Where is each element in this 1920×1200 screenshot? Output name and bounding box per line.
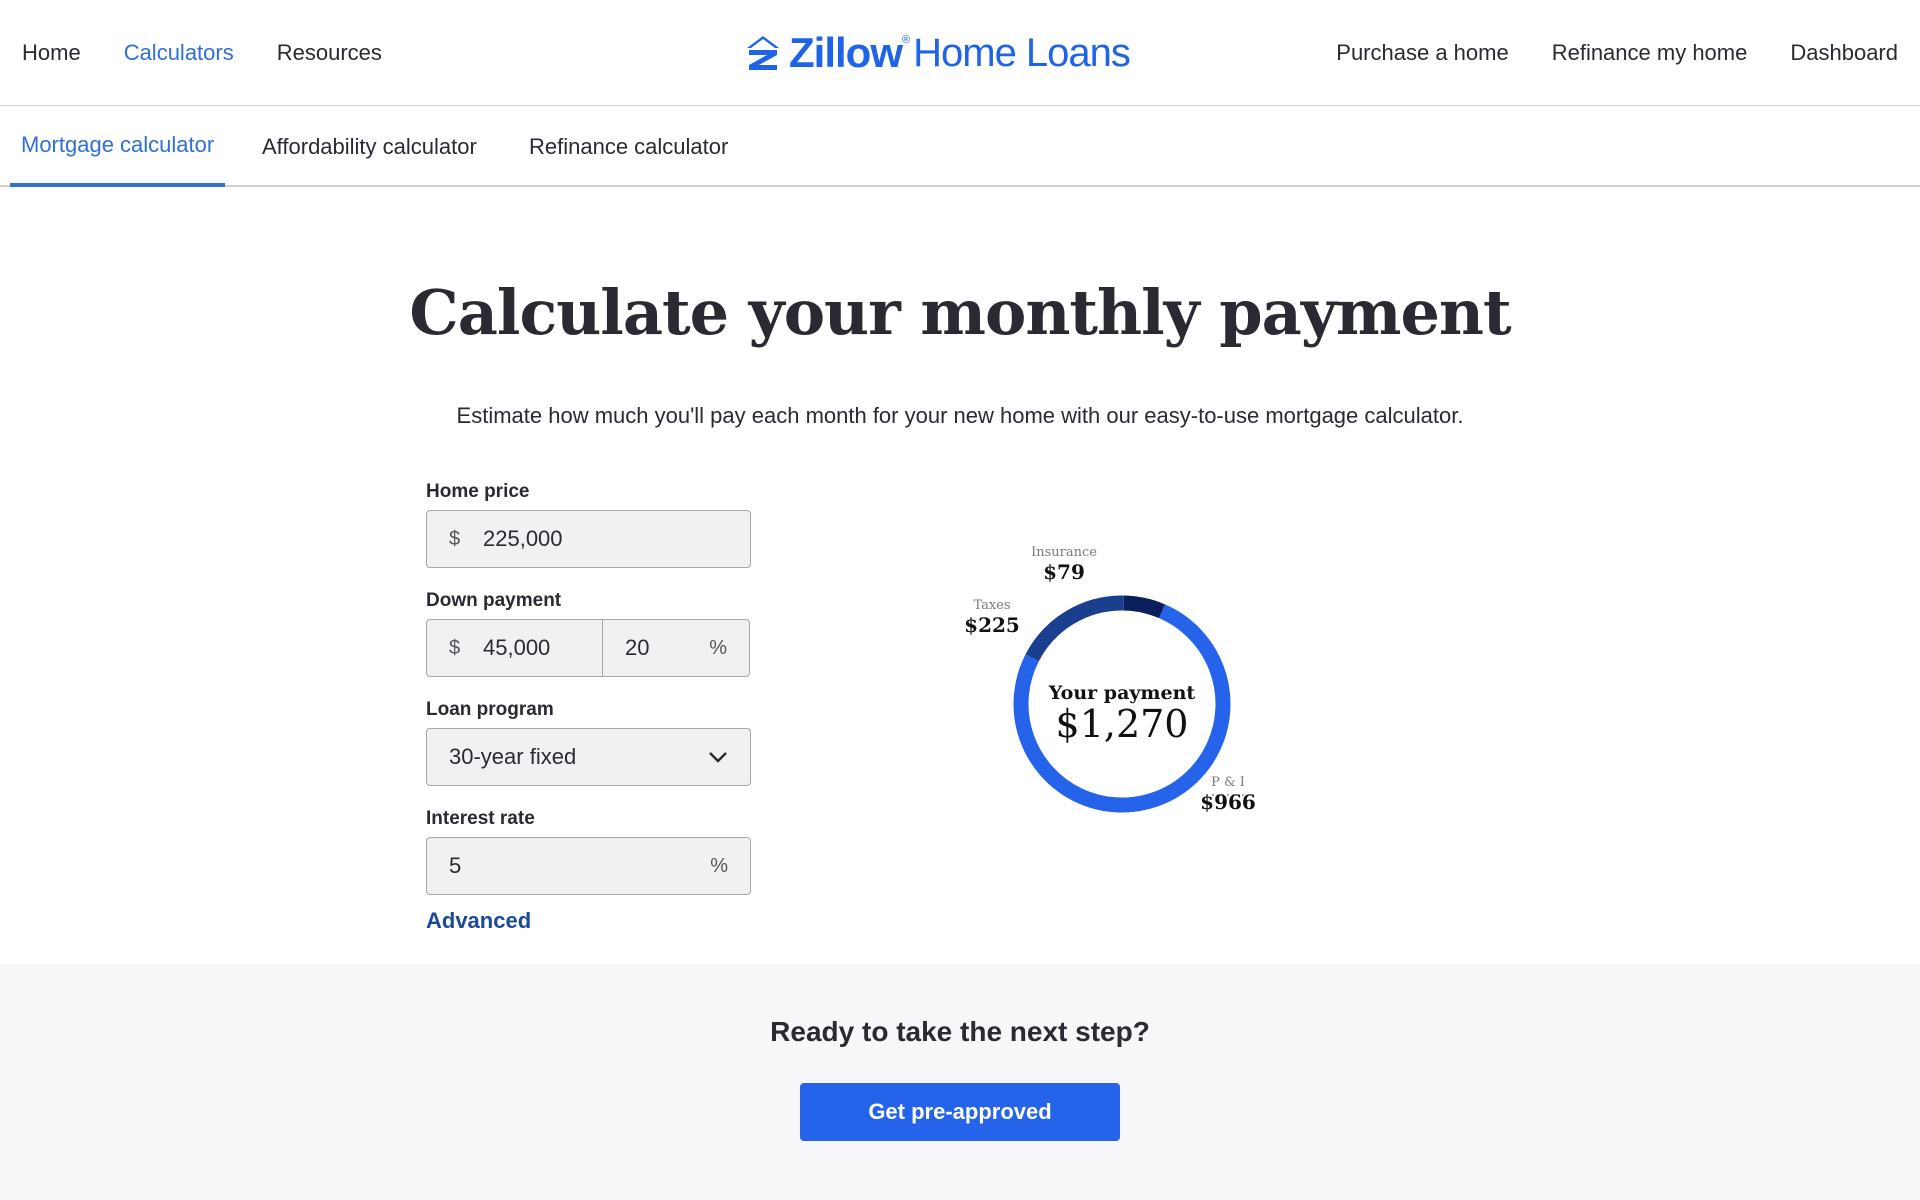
tab-refinance-calculator[interactable]: Refinance calculator — [518, 107, 739, 187]
principal-interest-value: $966 — [1200, 790, 1256, 814]
loan-program-select[interactable]: 30-year fixed — [426, 728, 751, 786]
payment-donut-chart: Your payment $1,270 Insurance $79 Taxes … — [960, 540, 1280, 840]
nav-dashboard[interactable]: Dashboard — [1790, 40, 1898, 66]
primary-nav-right: Purchase a home Refinance my home Dashbo… — [1336, 0, 1898, 106]
down-payment-label: Down payment — [426, 590, 562, 611]
zillow-home-loans-logo[interactable]: Zillow ® Home Loans — [745, 29, 1131, 76]
taxes-value: $225 — [964, 613, 1020, 637]
down-payment-amount-input[interactable]: $ 45,000 — [426, 619, 603, 677]
percent-suffix: % — [710, 854, 728, 877]
down-payment-percent-value: 20 — [625, 635, 650, 660]
your-payment-total: $1,270 — [1055, 702, 1189, 746]
interest-rate-label: Interest rate — [426, 808, 535, 829]
logo-subbrand: Home Loans — [913, 30, 1131, 75]
taxes-label: Taxes — [973, 598, 1011, 613]
home-price-value: 225,000 — [483, 526, 563, 551]
nav-home[interactable]: Home — [22, 40, 81, 66]
page-title: Calculate your monthly payment — [409, 276, 1511, 349]
principal-interest-label: P & I — [1211, 775, 1245, 790]
donut-center: Your payment $1,270 — [1047, 682, 1197, 746]
calculator-tabs: Mortgage calculator Affordability calcul… — [0, 107, 1920, 187]
top-navigation: Home Calculators Resources Zillow ® Home… — [0, 0, 1920, 106]
primary-nav-left: Home Calculators Resources — [22, 0, 382, 106]
nav-resources[interactable]: Resources — [277, 40, 382, 66]
your-payment-label: Your payment — [1048, 682, 1196, 704]
insurance-callout[interactable]: Insurance $79 — [1016, 545, 1112, 584]
logo-brand: Zillow — [789, 29, 903, 76]
tab-mortgage-calculator[interactable]: Mortgage calculator — [10, 107, 226, 187]
dollar-prefix: $ — [449, 527, 461, 550]
interest-rate-input[interactable]: 5 % — [426, 837, 751, 895]
down-payment-amount-value: 45,000 — [483, 635, 551, 660]
percent-suffix: % — [709, 636, 727, 659]
taxes-callout[interactable]: Taxes $225 — [952, 598, 1032, 637]
down-payment-percent-input[interactable]: 20 % — [602, 619, 750, 677]
loan-program-label: Loan program — [426, 699, 554, 720]
home-price-label: Home price — [426, 481, 530, 502]
dollar-prefix: $ — [449, 636, 461, 659]
loan-program-value: 30-year fixed — [449, 744, 577, 769]
down-payment-group: $ 45,000 20 % — [426, 619, 751, 677]
advanced-link[interactable]: Advanced — [426, 908, 531, 934]
arc-insurance[interactable] — [1123, 595, 1166, 619]
principal-interest-callout[interactable]: P & I $966 — [1200, 775, 1256, 814]
chevron-down-icon — [709, 752, 727, 763]
arc-taxes[interactable] — [1025, 595, 1124, 662]
nav-refinance-my-home[interactable]: Refinance my home — [1552, 40, 1748, 66]
page-subtitle: Estimate how much you'll pay each month … — [456, 403, 1464, 428]
registered-mark-icon: ® — [902, 34, 911, 46]
zillow-logo-icon — [747, 36, 779, 70]
insurance-value: $79 — [1043, 560, 1085, 584]
nav-calculators[interactable]: Calculators — [124, 40, 234, 66]
get-pre-approved-button[interactable]: Get pre-approved — [800, 1083, 1120, 1141]
home-price-input[interactable]: $ 225,000 — [426, 510, 751, 568]
interest-rate-value: 5 — [449, 853, 462, 878]
mortgage-form: Home price $ 225,000 Down payment $ 45,0… — [426, 478, 751, 934]
tab-affordability-calculator[interactable]: Affordability calculator — [251, 107, 488, 187]
next-step-heading: Ready to take the next step? — [770, 1016, 1150, 1047]
insurance-label: Insurance — [1031, 545, 1097, 560]
nav-purchase-a-home[interactable]: Purchase a home — [1336, 40, 1508, 66]
next-step-section: Ready to take the next step? Get pre-app… — [0, 964, 1920, 1200]
